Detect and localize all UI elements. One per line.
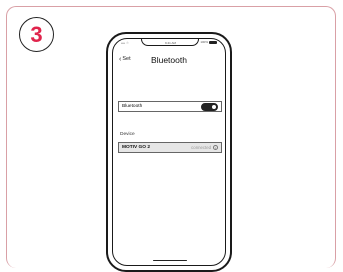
step-number: 3 xyxy=(30,21,43,47)
bluetooth-setting-row: Bluetooth xyxy=(118,101,222,112)
status-carrier: •••• ☉ xyxy=(121,41,129,45)
status-battery-group: 100% xyxy=(200,40,217,44)
info-icon[interactable]: i xyxy=(213,145,218,150)
device-name: MOTIV GO 2 xyxy=(122,145,150,150)
status-time: 9:41 AM xyxy=(165,41,177,45)
bluetooth-label: Bluetooth xyxy=(122,104,143,109)
battery-icon xyxy=(209,40,217,44)
device-status: connected xyxy=(191,145,211,150)
device-row-motiv-go-2[interactable]: MOTIV GO 2 connected i xyxy=(118,142,222,153)
step-number-badge: 3 xyxy=(19,17,54,52)
page-title: Bluetooth xyxy=(151,55,187,65)
bluetooth-toggle[interactable] xyxy=(201,102,218,111)
phone-screen: •••• ☉ 9:41 AM 100% ‹ Set Bluetooth Blue… xyxy=(112,38,226,266)
toggle-knob xyxy=(211,103,217,110)
device-section-label: Device xyxy=(120,132,135,137)
home-indicator xyxy=(153,259,187,261)
status-battery-percent: 100% xyxy=(200,40,208,44)
